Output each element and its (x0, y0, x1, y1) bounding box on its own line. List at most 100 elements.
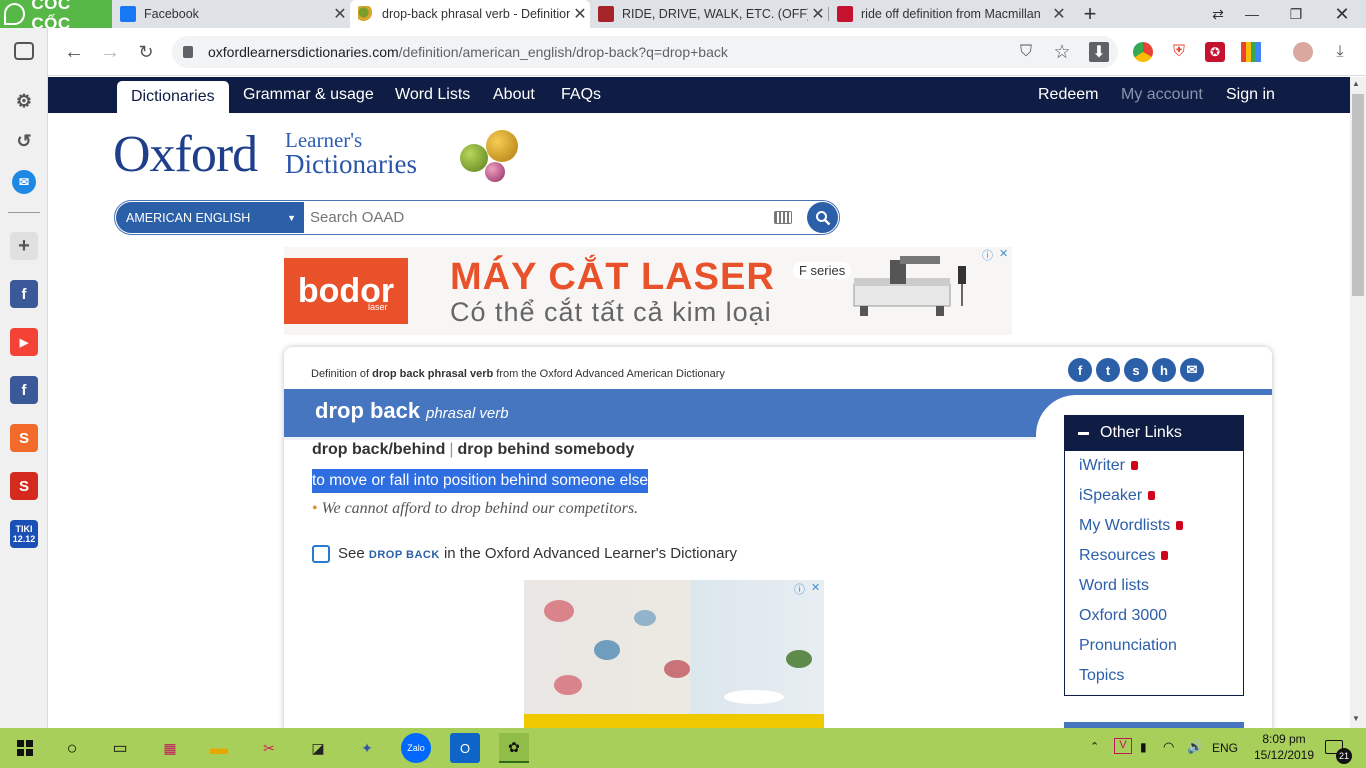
url-text[interactable]: oxfordlearnersdictionaries.com/definitio… (208, 44, 728, 60)
twitter-share-icon[interactable]: t (1096, 358, 1120, 382)
wifi-icon[interactable]: ◠ (1163, 739, 1174, 755)
external-link-icon[interactable] (312, 545, 330, 563)
source-word: drop back phrasal verb (372, 368, 494, 380)
close-tab-icon[interactable]: ✕ (1049, 4, 1069, 24)
ad2-close-icon[interactable]: ✕ (811, 581, 820, 594)
messenger-icon[interactable]: ✉ (12, 170, 36, 194)
taskbar-clock[interactable]: 8:09 pm 15/12/2019 (1250, 731, 1318, 763)
curtain-ad-image[interactable] (524, 580, 824, 728)
zalo-app-icon[interactable]: Zalo (401, 733, 431, 763)
maximize-window-button[interactable]: ❐ (1274, 0, 1318, 28)
ad2-info-icon[interactable]: ⓘ (794, 581, 805, 597)
link-iwriter[interactable]: iWriter (1079, 457, 1138, 475)
link-oxford-3000[interactable]: Oxford 3000 (1079, 607, 1167, 625)
ad-info-icon[interactable]: ⓘ (982, 247, 993, 263)
profile-avatar[interactable] (1293, 42, 1313, 62)
nav-faqs[interactable]: FAQs (561, 77, 601, 113)
coccoc-taskbar-icon[interactable]: ✿ (499, 733, 529, 763)
red-extension-icon[interactable]: ✪ (1205, 42, 1225, 62)
snip-tool-icon[interactable]: ✂ (254, 733, 284, 763)
volume-icon[interactable]: 🔊 (1187, 739, 1203, 755)
see-also-link[interactable]: See DROP BACK in the Oxford Advanced Lea… (338, 545, 737, 562)
tab-ride-drive[interactable]: RIDE, DRIVE, WALK, ETC. (OFF) INTO ✕ (590, 0, 828, 28)
shield-icon[interactable]: ⛉ (1016, 42, 1036, 62)
facebook-share-icon[interactable]: f (1068, 358, 1092, 382)
color-extension-icon[interactable] (1241, 42, 1261, 62)
close-tab-icon[interactable]: ✕ (570, 4, 590, 24)
other-links-header[interactable]: Other Links (1064, 415, 1244, 451)
unikey-icon[interactable]: V (1114, 738, 1132, 754)
nav-grammar-usage[interactable]: Grammar & usage (243, 77, 374, 113)
downloads-icon[interactable]: ⤓ (1330, 42, 1350, 62)
link-topics[interactable]: Topics (1079, 667, 1124, 685)
coccoc-menu-button[interactable]: CỐC CỐC (0, 0, 112, 33)
keyboard-icon[interactable] (774, 211, 792, 224)
close-tab-icon[interactable]: ✕ (330, 4, 350, 24)
collapse-minus-icon (1078, 431, 1089, 435)
close-window-button[interactable]: ✕ (1320, 0, 1364, 28)
language-indicator[interactable]: ENG (1212, 741, 1238, 755)
ad-close-icon[interactable]: ✕ (999, 247, 1008, 260)
settings-gear-icon[interactable]: ⚙ (10, 87, 38, 115)
stumbleupon-share-icon[interactable]: s (1124, 358, 1148, 382)
bookmark-star-icon[interactable]: ☆ (1052, 42, 1072, 63)
link-ispeaker[interactable]: iSpeaker (1079, 487, 1156, 505)
facebook-app-icon-2[interactable]: f (10, 376, 38, 404)
learners-dictionaries-logo[interactable]: Learner's Dictionaries (285, 128, 417, 178)
windows-start-icon[interactable] (10, 733, 40, 763)
link-resources[interactable]: Resources (1079, 547, 1169, 565)
see-word-link[interactable]: DROP BACK (369, 549, 440, 561)
url-path: /definition/american_english/drop-back?q… (398, 44, 728, 60)
task-view-icon[interactable]: ▭ (105, 733, 135, 763)
tray-chevron-up-icon[interactable]: ⌃ (1090, 740, 1099, 753)
nav-dictionaries[interactable]: Dictionaries (117, 81, 229, 113)
sidebar-toggle-icon[interactable] (14, 42, 34, 60)
nav-my-account[interactable]: My account (1121, 77, 1203, 113)
sticky-notes-icon[interactable]: ◪ (303, 733, 333, 763)
paint-app-icon[interactable]: ▦ (155, 733, 185, 763)
sendo-app-icon[interactable]: S (10, 472, 38, 500)
dialect-select[interactable]: AMERICAN ENGLISH ▼ (116, 202, 304, 233)
weibo-share-icon[interactable]: h (1152, 358, 1176, 382)
new-tab-button[interactable]: + (1068, 0, 1112, 28)
search-button[interactable] (807, 202, 838, 233)
scrollbar-thumb[interactable] (1352, 94, 1364, 296)
shopee-app-icon[interactable]: S (10, 424, 38, 452)
scroll-down-arrow-icon[interactable]: ▼ (1352, 714, 1360, 723)
link-pronunciation[interactable]: Pronunciation (1079, 637, 1177, 655)
tab-oxford-drop-back[interactable]: drop-back phrasal verb - Definition ✕ (350, 0, 590, 28)
nav-about[interactable]: About (493, 77, 535, 113)
nav-redeem[interactable]: Redeem (1038, 77, 1098, 113)
facebook-app-icon[interactable]: f (10, 280, 38, 308)
reload-icon[interactable]: ↻ (134, 40, 158, 64)
minimize-window-button[interactable]: — (1230, 0, 1274, 28)
file-explorer-icon[interactable]: ▬ (204, 733, 234, 763)
search-circle-icon[interactable]: ○ (57, 733, 87, 763)
email-share-icon[interactable]: ✉ (1180, 358, 1204, 382)
close-tab-icon[interactable]: ✕ (808, 4, 828, 24)
oxford-logo-text[interactable]: Oxford (113, 125, 258, 184)
forward-arrow-icon[interactable]: → (98, 40, 122, 64)
tab-facebook[interactable]: Facebook ✕ (112, 0, 350, 28)
lock-icon[interactable] (183, 46, 193, 58)
nav-word-lists[interactable]: Word Lists (395, 77, 470, 113)
history-icon[interactable]: ↺ (10, 127, 38, 155)
youtube-app-icon[interactable]: ▶ (10, 328, 38, 356)
back-arrow-icon[interactable]: ← (62, 40, 86, 64)
other-links-title: Other Links (1100, 424, 1182, 441)
outlook-app-icon[interactable]: O (450, 733, 480, 763)
adblock-extension-icon[interactable]: ⛨ (1169, 42, 1189, 62)
chrome-extension-icon[interactable] (1133, 42, 1153, 62)
search-input[interactable] (310, 202, 770, 233)
part-of-speech: phrasal verb (426, 405, 509, 422)
link-word-lists[interactable]: Word lists (1079, 577, 1149, 595)
nav-sign-in[interactable]: Sign in (1226, 77, 1275, 113)
tiki-app-icon[interactable]: TIKI 12.12 (10, 520, 38, 548)
add-sidebar-app-icon[interactable]: + (10, 232, 38, 260)
link-my-wordlists[interactable]: My Wordlists (1079, 517, 1184, 535)
download-page-icon[interactable]: ⬇ (1089, 42, 1109, 62)
paint3d-icon[interactable]: ✦ (352, 733, 382, 763)
battery-icon[interactable]: ▮ (1140, 740, 1147, 754)
tab-macmillan[interactable]: ride off definition from Macmillan ✕ (829, 0, 1069, 28)
scroll-up-arrow-icon[interactable]: ▲ (1352, 79, 1360, 88)
